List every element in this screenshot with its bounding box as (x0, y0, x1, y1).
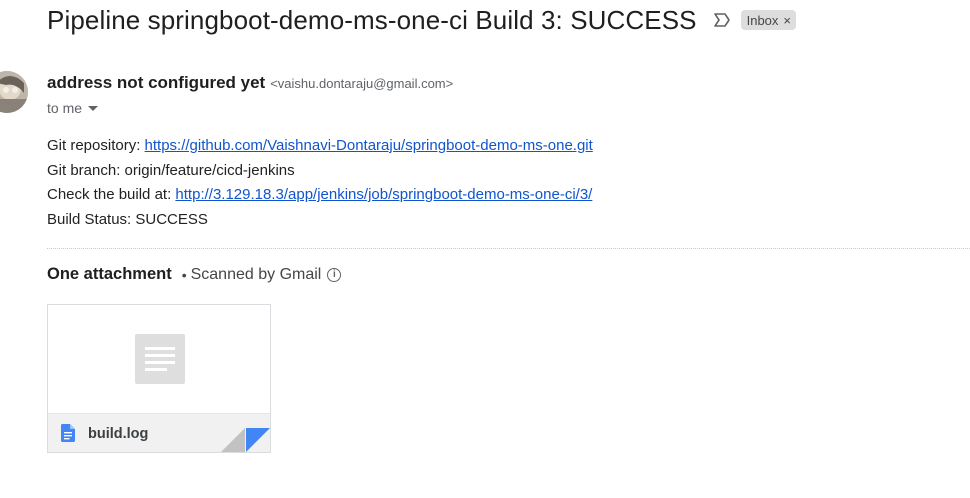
attachments-header: One attachment • Scanned by Gmail i (47, 265, 342, 284)
sender-avatar[interactable] (0, 71, 28, 113)
document-preview-icon (135, 334, 185, 384)
sender-name[interactable]: address not configured yet (47, 73, 265, 93)
status-line: Build Status: SUCCESS (47, 210, 208, 228)
repo-link[interactable]: https://github.com/Vaishnavi-Dontaraju/s… (145, 137, 593, 154)
branch-line: Git branch: origin/feature/cicd-jenkins (47, 161, 295, 179)
remove-label-icon[interactable]: × (783, 13, 791, 28)
inbox-label-badge: Inbox × (740, 10, 797, 30)
info-icon[interactable]: i (327, 267, 342, 282)
attachment-preview[interactable] (48, 305, 270, 413)
google-docs-file-icon (61, 424, 75, 442)
separator-dot: • (181, 266, 187, 283)
chevron-down-icon[interactable] (88, 105, 99, 111)
page-fold-corner (246, 428, 270, 452)
inbox-label-text: Inbox (746, 12, 779, 28)
subject-row: Pipeline springboot-demo-ms-one-ci Build… (47, 4, 797, 36)
sender-row: address not configured yet <vaishu.donta… (47, 73, 453, 93)
repo-line: Git repository: https://github.com/Vaish… (47, 134, 593, 159)
scanned-by-gmail-text: Scanned by Gmail (190, 265, 322, 283)
recipient-text: to me (47, 100, 83, 116)
sender-email: <vaishu.dontaraju@gmail.com> (270, 76, 454, 91)
page-fold-shadow (221, 428, 245, 452)
build-link[interactable]: http://3.129.18.3/app/jenkins/job/spring… (175, 186, 592, 203)
email-body: Git repository: https://github.com/Vaish… (47, 134, 593, 232)
importance-marker-icon[interactable] (713, 12, 731, 28)
repo-label: Git repository: (47, 137, 145, 154)
build-label: Check the build at: (47, 186, 176, 203)
attachment-file-name[interactable]: build.log (88, 426, 148, 442)
attachments-divider (47, 248, 970, 249)
avatar-photo-icon (0, 71, 28, 113)
attachments-count-title: One attachment (47, 265, 172, 283)
recipient-details-toggle[interactable]: to me (47, 100, 99, 116)
attachment-card[interactable]: build.log (47, 304, 271, 453)
email-subject: Pipeline springboot-demo-ms-one-ci Build… (47, 4, 697, 35)
build-line: Check the build at: http://3.129.18.3/ap… (47, 183, 593, 208)
